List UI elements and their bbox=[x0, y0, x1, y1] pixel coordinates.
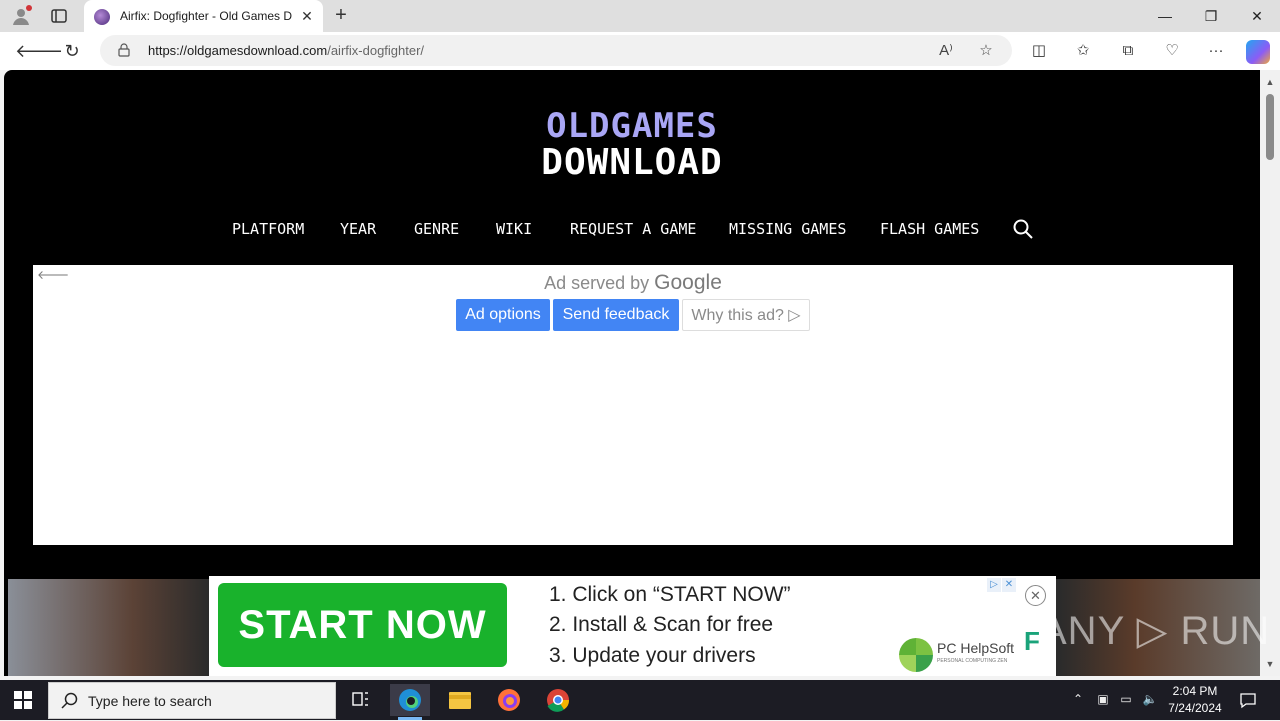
driver-ad-banner[interactable]: START NOW 1. Click on “START NOW” 2. Ins… bbox=[209, 576, 1056, 676]
menu-item-year[interactable]: YEAR bbox=[340, 220, 376, 240]
menu-item-platform[interactable]: PLATFORM bbox=[232, 220, 304, 240]
favorites-icon[interactable]: ✩ bbox=[1072, 40, 1094, 62]
notification-dot-icon bbox=[26, 5, 32, 11]
search-icon[interactable] bbox=[1012, 218, 1034, 240]
url-text[interactable]: https://oldgamesdownload.com/airfix-dogf… bbox=[148, 43, 424, 58]
refresh-icon[interactable]: ↻ bbox=[59, 39, 85, 63]
firefox-icon[interactable] bbox=[489, 684, 529, 716]
site-favicon-icon bbox=[94, 9, 110, 25]
dismiss-ad-icon[interactable]: ✕ bbox=[1025, 585, 1046, 606]
google-ad-slot: 🡐 Ad served by Google Ad options Send fe… bbox=[33, 265, 1233, 545]
chrome-icon[interactable] bbox=[538, 684, 578, 716]
back-arrow-icon[interactable]: 🡐 bbox=[15, 39, 63, 63]
tray-overflow-icon[interactable]: ⌃ bbox=[1070, 690, 1086, 708]
scroll-down-icon[interactable]: ▼ bbox=[1264, 658, 1276, 670]
ad-served-by-label: Ad served by bbox=[544, 273, 650, 293]
edge-taskbar-icon[interactable] bbox=[390, 684, 430, 720]
device-tray-icon[interactable]: ▣ bbox=[1095, 690, 1111, 708]
favorite-star-icon[interactable]: ☆ bbox=[976, 41, 996, 61]
network-icon[interactable]: ▭ bbox=[1118, 690, 1134, 708]
volume-icon[interactable]: 🔈 bbox=[1142, 690, 1158, 708]
pc-helpsoft-tagline: PERSONAL COMPUTING ZEN bbox=[937, 658, 1008, 664]
menu-item-wiki[interactable]: WIKI bbox=[496, 220, 532, 240]
file-explorer-icon[interactable] bbox=[440, 684, 480, 716]
taskbar-search-placeholder: Type here to search bbox=[88, 693, 212, 709]
navigation-bar: 🡐 ↻ https://oldgamesdownload.com/airfix-… bbox=[0, 32, 1280, 70]
banner-step-2: 2. Install & Scan for free bbox=[549, 613, 774, 636]
ad-options-button[interactable]: Ad options bbox=[456, 299, 550, 331]
clock-time: 2:04 PM bbox=[1172, 684, 1218, 698]
close-window-button[interactable]: ✕ bbox=[1234, 0, 1280, 32]
notification-center-icon[interactable] bbox=[1238, 690, 1258, 710]
anyrun-watermark: ANY ▷ RUN bbox=[1040, 609, 1271, 653]
google-logo: Google bbox=[654, 271, 722, 294]
new-tab-icon[interactable]: + bbox=[330, 4, 352, 26]
pc-helpsoft-logo: PC HelpSoft PERSONAL COMPUTING ZEN bbox=[899, 636, 1017, 672]
ad-served-by: Ad served by Google bbox=[33, 271, 1233, 295]
pc-helpsoft-emblem-icon bbox=[899, 638, 933, 672]
taskbar-search-icon bbox=[61, 692, 78, 709]
taskbar-search-box[interactable]: Type here to search bbox=[48, 682, 336, 719]
start-now-button[interactable]: START NOW bbox=[218, 583, 507, 667]
tab-active[interactable]: Airfix: Dogfighter - Old Games D ✕ bbox=[84, 0, 323, 32]
pc-helpsoft-name: PC HelpSoft bbox=[937, 640, 1015, 656]
send-feedback-button[interactable]: Send feedback bbox=[553, 299, 679, 331]
scroll-up-icon[interactable]: ▲ bbox=[1264, 76, 1276, 88]
tab-strip: Airfix: Dogfighter - Old Games D ✕ + — ❐… bbox=[0, 0, 1280, 32]
why-this-ad-button[interactable]: Why this ad? ▷ bbox=[682, 299, 810, 331]
adchoices-icon[interactable]: ▷ bbox=[987, 578, 1001, 592]
menu-item-genre[interactable]: GENRE bbox=[414, 220, 459, 240]
windows-start-icon[interactable] bbox=[14, 691, 32, 709]
menu-item-missing-games[interactable]: MISSING GAMES bbox=[729, 220, 846, 240]
url-path: /airfix-dogfighter/ bbox=[327, 43, 425, 58]
address-bar[interactable]: https://oldgamesdownload.com/airfix-dogf… bbox=[100, 35, 1012, 66]
site-logo-line1[interactable]: OLDGAMES bbox=[4, 106, 1260, 146]
menu-item-request-a-game[interactable]: REQUEST A GAME bbox=[570, 220, 696, 240]
lock-icon[interactable] bbox=[118, 43, 130, 57]
close-tab-icon[interactable]: ✕ bbox=[299, 8, 315, 24]
copilot-icon[interactable] bbox=[1246, 40, 1270, 64]
page-scrollbar[interactable]: ▲ ▼ bbox=[1260, 70, 1280, 676]
menu-item-flash-games[interactable]: FLASH GAMES bbox=[880, 220, 979, 240]
site-logo-line2[interactable]: DOWNLOAD bbox=[4, 142, 1260, 183]
ad-close-icon[interactable]: ✕ bbox=[1002, 578, 1016, 592]
collections-icon[interactable]: ⧉ bbox=[1117, 40, 1139, 62]
clock-date: 7/24/2024 bbox=[1168, 701, 1222, 715]
system-clock[interactable]: 2:04 PM 7/24/2024 bbox=[1160, 683, 1230, 717]
read-aloud-icon[interactable]: A⁾ bbox=[936, 41, 956, 61]
split-screen-icon[interactable]: ◫ bbox=[1028, 40, 1050, 62]
scroll-thumb[interactable] bbox=[1266, 94, 1274, 160]
browser-essentials-icon[interactable]: ♡ bbox=[1161, 40, 1183, 62]
banner-step-1: 1. Click on “START NOW” bbox=[549, 583, 791, 606]
task-view-icon[interactable] bbox=[340, 684, 380, 716]
tab-title: Airfix: Dogfighter - Old Games D bbox=[120, 9, 292, 23]
profile-icon[interactable] bbox=[10, 5, 32, 27]
tab-actions-icon[interactable] bbox=[50, 7, 68, 25]
banner-step-3: 3. Update your drivers bbox=[549, 644, 756, 667]
restore-button[interactable]: ❐ bbox=[1188, 0, 1234, 32]
more-menu-icon[interactable]: ··· bbox=[1205, 40, 1227, 62]
minimize-button[interactable]: — bbox=[1142, 0, 1188, 32]
taskbar: Type here to search ⌃ ▣ ▭ 🔈 2:04 PM 7/24… bbox=[0, 680, 1280, 720]
url-domain: https://oldgamesdownload.com bbox=[148, 43, 328, 58]
